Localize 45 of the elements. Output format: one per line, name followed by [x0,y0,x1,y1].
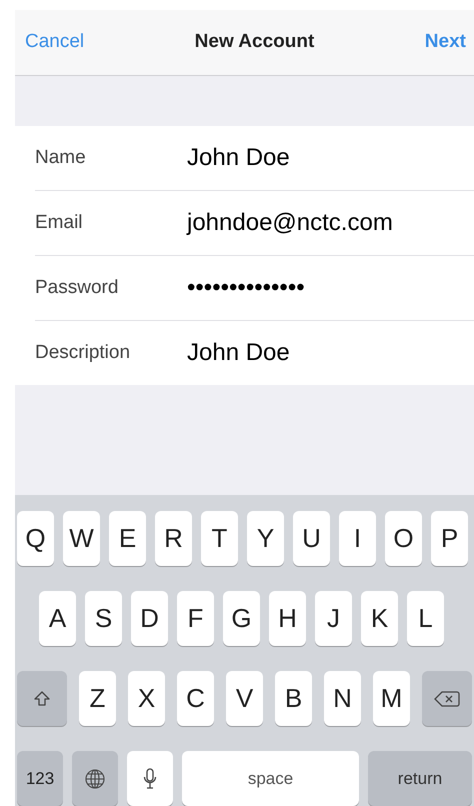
letter-key[interactable]: P [431,511,468,566]
field-label: Name [35,147,87,170]
delete-key[interactable] [422,671,472,726]
field-label: Description [35,342,132,364]
letter-key[interactable]: T [201,511,238,566]
numbers-key[interactable]: 123 [17,751,63,806]
letter-key[interactable]: V [226,671,263,726]
shift-icon [33,690,51,708]
input-field[interactable]: John Doe [187,339,290,368]
input-field[interactable]: John Doe [187,144,290,172]
letter-key[interactable]: A [39,591,76,646]
letter-key[interactable]: L [407,591,444,646]
space-key[interactable]: space [182,751,359,806]
letter-key[interactable]: X [128,671,165,726]
letter-key[interactable]: D [131,591,168,646]
input-field[interactable]: •••••••••••••• [187,274,305,302]
letter-key[interactable]: J [315,591,352,646]
backspace-icon [434,690,460,708]
screen-title: New Account [194,31,314,54]
letter-key[interactable]: N [324,671,361,726]
field-label: Password [35,277,120,300]
letter-key[interactable]: I [339,511,376,566]
globe-key[interactable] [72,751,118,806]
letter-key[interactable]: G [223,591,260,646]
letter-key[interactable]: W [63,511,100,566]
letter-key[interactable]: E [109,511,146,566]
letter-key[interactable]: U [293,511,330,566]
globe-icon [84,768,106,790]
letter-key[interactable]: Q [17,511,54,566]
letter-key[interactable]: B [275,671,312,726]
letter-key[interactable]: R [155,511,192,566]
letter-key[interactable]: Y [247,511,284,566]
letter-key[interactable]: F [177,591,214,646]
letter-key[interactable]: K [361,591,398,646]
letter-key[interactable]: S [85,591,122,646]
letter-key[interactable]: M [373,671,410,726]
letter-key[interactable]: O [385,511,422,566]
field-label: Email [35,212,84,234]
letter-key[interactable]: H [269,591,306,646]
dictation-key[interactable] [127,751,173,806]
microphone-icon [143,766,157,790]
letter-key[interactable]: Z [79,671,116,726]
return-key[interactable]: return [368,751,472,806]
input-field[interactable]: johndoe@nctc.com [187,209,393,238]
letter-key[interactable]: C [177,671,214,726]
